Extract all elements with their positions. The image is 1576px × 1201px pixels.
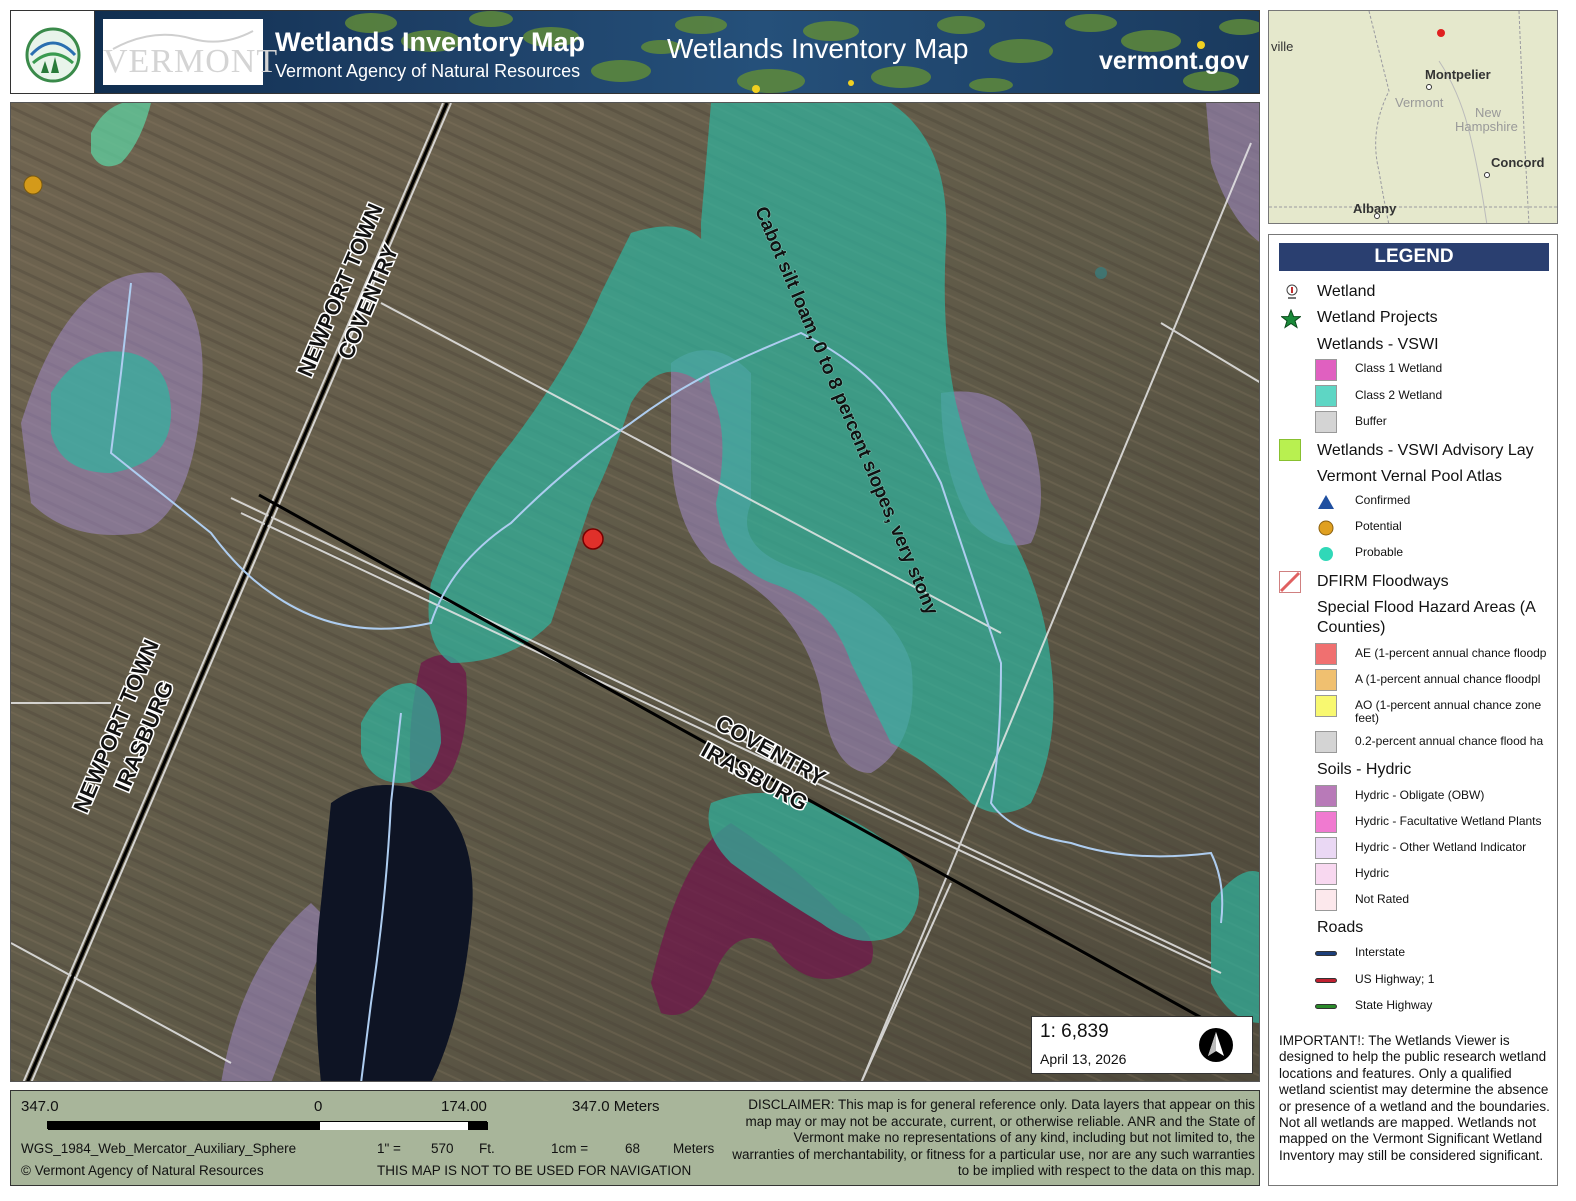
legend-flood-a: A (1-percent annual chance floodpl	[1355, 672, 1541, 686]
vermont-logo: VERMONT	[103, 19, 279, 85]
overview-label-vermont: Vermont	[1395, 95, 1444, 110]
disclaimer: DISCLAIMER: This map is for general refe…	[732, 1097, 1255, 1179]
vermont-gov-link[interactable]: vermont.gov	[1099, 47, 1249, 76]
wetland-location-marker[interactable]	[582, 528, 604, 550]
legend-not-rated: Not Rated	[1355, 892, 1410, 906]
legend-flood-ao-2: feet)	[1355, 711, 1380, 725]
header-center-title: Wetlands Inventory Map	[667, 33, 969, 64]
legend-flood-ae: AE (1-percent annual chance floodp	[1355, 646, 1547, 660]
overview-label-new: New	[1475, 105, 1502, 120]
anr-logo	[11, 11, 95, 93]
legend-wetland: Wetland	[1317, 283, 1376, 300]
swatch-flood-ae	[1315, 643, 1337, 665]
scale-ratio: 1: 6,839	[1040, 1021, 1109, 1042]
header-subtitle: Vermont Agency of Natural Resources	[275, 61, 581, 81]
scale-box: 1: 6,839 April 13, 2026	[1031, 1016, 1253, 1074]
map-footer: 347.0 0 174.00 347.0 Meters WGS_1984_Web…	[10, 1090, 1260, 1186]
navigation-warning: THIS MAP IS NOT TO BE USED FOR NAVIGATIO…	[377, 1163, 692, 1178]
legend-interstate: Interstate	[1355, 945, 1406, 959]
legend-soils-hydric: Soils - Hydric	[1317, 761, 1412, 778]
wetland-pin-icon	[1286, 284, 1298, 299]
copyright: © Vermont Agency of Natural Resources	[21, 1163, 264, 1178]
map-header: VERMONT Wetlands Inventory Map Vermont A…	[10, 10, 1260, 94]
legend-us-highway: US Highway; 1	[1355, 972, 1435, 986]
overview-label-ville: ville	[1271, 39, 1294, 54]
swatch-class-2-wetland	[1315, 385, 1337, 407]
swatch-hydric-obligate	[1315, 785, 1337, 807]
swatch-buffer	[1315, 411, 1337, 433]
important-notice: IMPORTANT!: The Wetlands Viewer is desig…	[1279, 1033, 1551, 1165]
scale-zero-label: 0	[314, 1098, 323, 1115]
inch-label: 1" =	[377, 1141, 401, 1156]
legend-dfirm: DFIRM Floodways	[1317, 573, 1449, 590]
swatch-flood-a	[1315, 669, 1337, 691]
swatch-hydric	[1315, 863, 1337, 885]
scale-mid-label: 174.00	[441, 1098, 487, 1115]
swatch-flood-ao	[1315, 695, 1337, 717]
wetland-projects-star-icon	[1281, 309, 1301, 329]
swatch-class-1-wetland	[1315, 359, 1337, 381]
confirmed-triangle-icon	[1318, 495, 1334, 509]
legend-wetland-projects: Wetland Projects	[1317, 309, 1438, 326]
swatch-flood-02	[1315, 731, 1337, 753]
legend-sfha-1: Special Flood Hazard Areas (A	[1317, 599, 1536, 616]
cm-unit: Meters	[673, 1141, 715, 1156]
legend-roads: Roads	[1317, 919, 1364, 936]
overview-label-montpelier: Montpelier	[1425, 67, 1491, 82]
dfirm-hatch-icon	[1279, 571, 1301, 593]
legend-title: LEGEND	[1279, 243, 1549, 271]
cm-value: 68	[625, 1141, 641, 1156]
legend-buffer: Buffer	[1355, 414, 1387, 428]
legend-flood-02: 0.2-percent annual chance flood ha	[1355, 734, 1544, 748]
scale-bar	[47, 1121, 488, 1130]
legend-state-highway: State Highway	[1355, 998, 1433, 1012]
vernal-pool-potential-marker[interactable]	[23, 175, 43, 195]
legend-probable: Probable	[1355, 545, 1404, 559]
vermont-wordmark: VERMONT	[103, 43, 279, 80]
overview-map[interactable]: ville Montpelier Vermont New Hampshire C…	[1268, 10, 1558, 224]
aerial-imagery: NEWPORT TOWN COVENTRY NEWPORT TOWN IRASB…	[11, 103, 1259, 1081]
header-title: Wetlands Inventory Map	[275, 27, 586, 57]
legend-hydric: Hydric	[1355, 866, 1390, 880]
probable-circle-icon	[1319, 547, 1333, 561]
overview-label-hampshire: Hampshire	[1455, 119, 1518, 134]
legend-vswi: Wetlands - VSWI	[1317, 336, 1439, 353]
map-date: April 13, 2026	[1040, 1051, 1127, 1067]
inch-unit: Ft.	[479, 1141, 495, 1156]
legend-vswi-advisory: Wetlands - VSWI Advisory Lay	[1317, 442, 1534, 459]
projection-label: WGS_1984_Web_Mercator_Auxiliary_Sphere	[21, 1141, 297, 1156]
overview-terrain	[1269, 11, 1557, 223]
cm-label: 1cm =	[551, 1141, 589, 1156]
legend-class-1-wetland: Class 1 Wetland	[1355, 361, 1443, 375]
overview-label-albany: Albany	[1353, 201, 1397, 216]
anr-globe-icon	[25, 27, 81, 83]
map-canvas[interactable]: NEWPORT TOWN COVENTRY NEWPORT TOWN IRASB…	[10, 102, 1260, 1082]
scale-right-label: 347.0 Meters	[572, 1098, 660, 1115]
legend-confirmed: Confirmed	[1355, 493, 1411, 507]
legend-hydric-facultative: Hydric - Facultative Wetland Plants	[1355, 814, 1542, 828]
swatch-hydric-other	[1315, 837, 1337, 859]
probable-pool-marker[interactable]	[1095, 267, 1107, 279]
inch-value: 570	[431, 1141, 454, 1156]
legend-class-2-wetland: Class 2 Wetland	[1355, 388, 1443, 402]
legend-panel: LEGEND Wetland Wetland Projects Wetlands…	[1268, 234, 1558, 1186]
map-page: VERMONT Wetlands Inventory Map Vermont A…	[0, 0, 1576, 1201]
swatch-not-rated	[1315, 889, 1337, 911]
legend-potential: Potential	[1355, 519, 1402, 533]
north-arrow-icon	[1199, 1028, 1233, 1062]
overview-label-concord: Concord	[1491, 155, 1545, 170]
swatch-vswi-advisory	[1279, 439, 1301, 461]
swatch-state-highway	[1315, 1004, 1337, 1009]
swatch-hydric-facultative	[1315, 811, 1337, 833]
legend-sfha-2: Counties)	[1317, 619, 1386, 636]
legend-vernal-pool: Vermont Vernal Pool Atlas	[1317, 468, 1502, 485]
swatch-us-highway	[1315, 978, 1337, 983]
potential-circle-icon	[1318, 520, 1334, 536]
legend-hydric-obligate: Hydric - Obligate (OBW)	[1355, 788, 1485, 802]
swatch-interstate	[1315, 951, 1337, 956]
legend-hydric-other: Hydric - Other Wetland Indicator	[1355, 840, 1527, 854]
legend-flood-ao: AO (1-percent annual chance zone	[1355, 698, 1542, 712]
scale-left-label: 347.0	[21, 1098, 59, 1115]
